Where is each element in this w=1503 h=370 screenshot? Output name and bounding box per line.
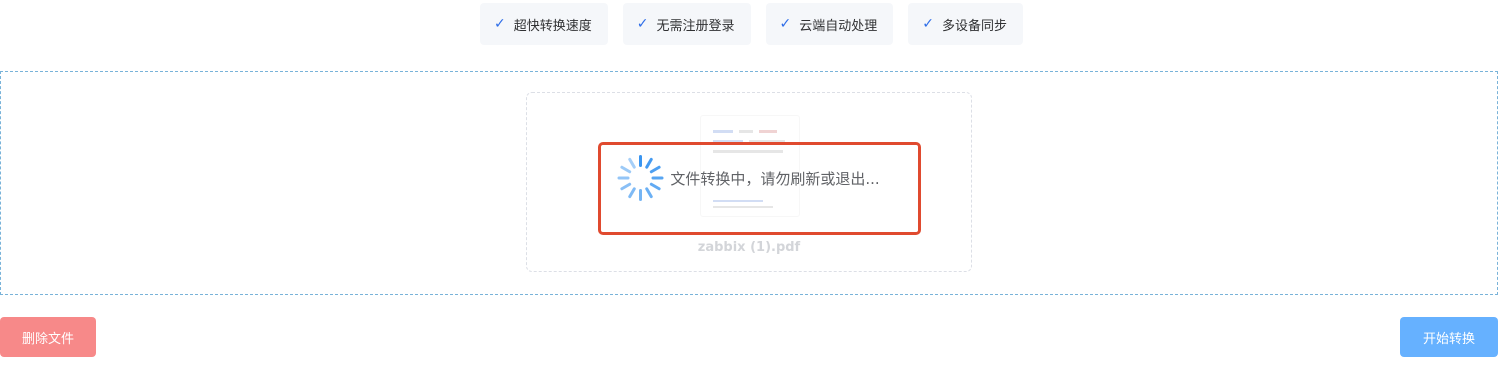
feature-label: 超快转换速度 bbox=[513, 18, 592, 34]
loading-text: 文件转换中，请勿刷新或退出... bbox=[670, 169, 880, 188]
feature-item: ✓ 超快转换速度 bbox=[480, 3, 608, 45]
file-card[interactable]: zabbix (1).pdf 文件转换中，请勿刷新或退出... bbox=[526, 92, 972, 272]
converter-page: ✓ 超快转换速度 ✓ 无需注册登录 ✓ 云端自动处理 ✓ 多设备同步 zabbi… bbox=[0, 0, 1503, 370]
check-icon: ✓ bbox=[636, 16, 649, 32]
loading-spinner-icon bbox=[617, 155, 664, 201]
check-icon: ✓ bbox=[922, 16, 934, 32]
feature-label: 云端自动处理 bbox=[799, 18, 878, 34]
start-convert-button[interactable]: 开始转换 bbox=[1400, 317, 1498, 357]
file-name: zabbix (1).pdf bbox=[697, 240, 801, 255]
delete-file-button[interactable]: 删除文件 bbox=[0, 317, 96, 357]
feature-label: 多设备同步 bbox=[941, 18, 1007, 34]
feature-label: 无需注册登录 bbox=[656, 18, 735, 34]
feature-item: ✓ 云端自动处理 bbox=[765, 3, 894, 45]
feature-item: ✓ 无需注册登录 bbox=[622, 3, 751, 45]
loading-overlay: 文件转换中，请勿刷新或退出... bbox=[599, 143, 899, 213]
check-icon: ✓ bbox=[779, 16, 792, 32]
feature-list: ✓ 超快转换速度 ✓ 无需注册登录 ✓ 云端自动处理 ✓ 多设备同步 bbox=[0, 3, 1503, 45]
upload-dropzone[interactable]: zabbix (1).pdf 文件转换中，请勿刷新或退出... bbox=[0, 71, 1498, 295]
feature-item: ✓ 多设备同步 bbox=[908, 3, 1023, 45]
check-icon: ✓ bbox=[494, 16, 506, 32]
